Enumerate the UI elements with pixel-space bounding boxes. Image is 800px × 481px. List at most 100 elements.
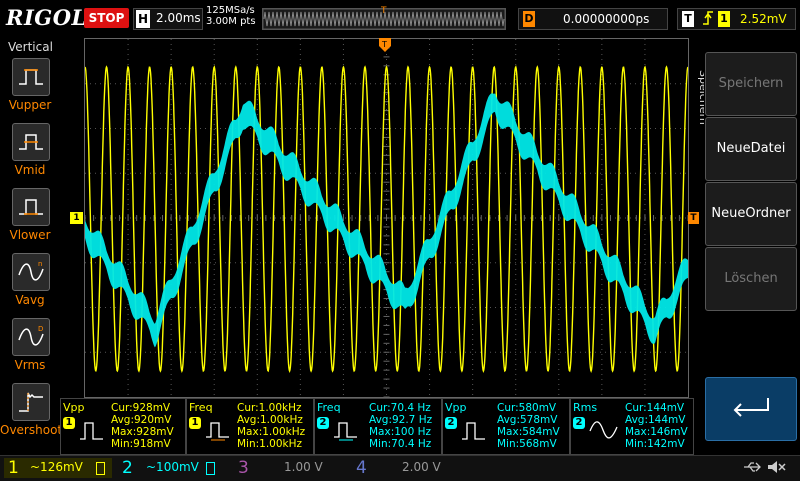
channel-scale: ~126mV — [30, 460, 83, 474]
vupper-icon — [19, 69, 43, 85]
brand-logo: RIGOL — [6, 5, 87, 30]
measure-name: Vpp — [63, 401, 85, 414]
rms-icon — [589, 421, 618, 439]
waveform-display[interactable] — [84, 38, 689, 398]
neue-datei-button[interactable]: NeueDatei — [705, 117, 797, 181]
min-value: Min:1.00kHz — [237, 438, 303, 450]
vrms-button[interactable]: D — [12, 318, 50, 356]
sidebar-item-vlower: Vlower — [9, 228, 51, 242]
sidebar-item-vupper: Vupper — [8, 98, 52, 112]
memory-depth: 3.00M pts — [206, 16, 256, 27]
timebase-value: 2.00ms — [156, 11, 201, 25]
loeschen-button[interactable]: Löschen — [705, 247, 797, 311]
measure-values: Cur:70.4 Hz Avg:92.7 Hz Max:100 Hz Min:7… — [369, 402, 432, 450]
vupper-button[interactable] — [12, 58, 50, 96]
channel-number: 3 — [238, 458, 249, 478]
sidebar-title: Vertical — [8, 40, 53, 54]
measure-values: Cur:144mV Avg:144mV Max:146mV Min:142mV — [625, 402, 688, 450]
vlower-button[interactable] — [12, 188, 50, 226]
svg-text:T: T — [381, 40, 387, 49]
avg-value: Avg:578mV — [497, 414, 558, 426]
trigger-position-arrow: T — [379, 38, 391, 52]
min-value: Min:568mV — [497, 438, 557, 450]
menu-title: Speichern — [690, 70, 710, 143]
channel-4-button[interactable]: 4 2.00 V — [352, 458, 462, 478]
delay-key: D — [523, 11, 535, 27]
channel-scale: 1.00 V — [284, 460, 323, 474]
avg-value: Avg:144mV — [625, 414, 686, 426]
channel-chip: 1 — [189, 417, 201, 429]
cur-value: Cur:144mV — [625, 402, 685, 414]
channel-number: 4 — [356, 458, 367, 478]
measure-name: Freq — [189, 401, 213, 414]
max-value: Max:1.00kHz — [237, 426, 306, 438]
waveform-canvas — [84, 38, 689, 398]
avg-value: Avg:92.7 Hz — [369, 414, 433, 426]
measurement-freq-ch1[interactable]: Freq 1 Cur:1.00kHz Avg:1.00kHz Max:1.00k… — [186, 398, 314, 455]
channel-chip: 2 — [317, 417, 329, 429]
channel-chip: 2 — [445, 417, 457, 429]
trigger-source: 1 — [718, 11, 730, 27]
measure-values: Cur:1.00kHz Avg:1.00kHz Max:1.00kHz Min:… — [237, 402, 305, 450]
channel-3-button[interactable]: 3 1.00 V — [234, 458, 344, 478]
cur-value: Cur:928mV — [111, 402, 171, 414]
measure-name: Rms — [573, 401, 598, 414]
sidebar-item-vmid: Vmid — [14, 163, 46, 177]
speichern-button[interactable]: Speichern — [705, 52, 797, 116]
vmid-icon — [19, 134, 43, 150]
max-value: Max:584mV — [497, 426, 560, 438]
cur-value: Cur:70.4 Hz — [369, 402, 431, 414]
enter-button[interactable] — [705, 377, 797, 441]
measure-values: Cur:580mV Avg:578mV Max:584mV Min:568mV — [497, 402, 560, 450]
run-stop-status[interactable]: STOP — [84, 8, 129, 28]
svg-text:D: D — [38, 325, 43, 333]
min-value: Min:70.4 Hz — [369, 438, 432, 450]
delay-box[interactable]: D 0.00000000ps — [518, 8, 668, 30]
bandwidth-limit-icon — [206, 462, 215, 475]
vavg-button[interactable]: n — [12, 253, 50, 291]
channel-2-button[interactable]: 2 ~100mV — [118, 458, 228, 478]
min-value: Min:918mV — [111, 438, 171, 450]
freq-icon — [206, 422, 229, 441]
overshoot-button[interactable] — [12, 383, 50, 421]
bandwidth-limit-icon — [96, 462, 105, 475]
trigger-level-marker[interactable]: T — [688, 212, 699, 224]
usb-icon — [744, 462, 761, 472]
channel-chip: 2 — [573, 417, 585, 429]
trigger-level: 2.52mV — [740, 12, 787, 26]
channel-1-button[interactable]: 1 ~126mV — [4, 458, 112, 478]
sample-rate: 125MSa/s — [206, 5, 255, 16]
sidebar-item-vavg: Vavg — [15, 293, 45, 307]
cur-value: Cur:1.00kHz — [237, 402, 302, 414]
neue-ordner-button[interactable]: NeueOrdner — [705, 182, 797, 246]
sidebar-item-overshoot: Overshoot — [0, 423, 63, 437]
horizontal-timebase[interactable]: H 2.00ms — [133, 8, 203, 30]
trigger-box[interactable]: T 1 2.52mV — [677, 8, 796, 30]
vpp-icon — [462, 422, 485, 440]
measurement-vpp-ch2[interactable]: Vpp 2 Cur:580mV Avg:578mV Max:584mV Min:… — [442, 398, 570, 455]
mute-icon[interactable] — [766, 459, 786, 475]
svg-text:Speichern: Speichern — [697, 70, 704, 125]
freq-icon — [334, 422, 357, 441]
measurement-freq-ch2[interactable]: Freq 2 Cur:70.4 Hz Avg:92.7 Hz Max:100 H… — [314, 398, 442, 455]
svg-text:n: n — [38, 260, 42, 268]
vavg-icon: n — [18, 260, 44, 281]
channel-chip: 1 — [63, 417, 75, 429]
measurement-rms-ch2[interactable]: Rms 2 Cur:144mV Avg:144mV Max:146mV Min:… — [570, 398, 694, 455]
avg-value: Avg:920mV — [111, 414, 172, 426]
channel-number: 2 — [122, 458, 133, 478]
sidebar-item-vrms: Vrms — [14, 358, 46, 372]
max-value: Max:100 Hz — [369, 426, 432, 438]
channel-scale: 2.00 V — [402, 460, 441, 474]
ch1-offset-marker[interactable]: 1 — [70, 212, 83, 224]
measure-values: Cur:928mV Avg:920mV Max:928mV Min:918mV — [111, 402, 174, 450]
vpp-icon — [80, 422, 103, 440]
return-arrow-icon — [733, 398, 769, 417]
horizontal-key: H — [136, 10, 150, 28]
measure-name: Freq — [317, 401, 341, 414]
measurement-vpp-ch1[interactable]: Vpp 1 Cur:928mV Avg:920mV Max:928mV Min:… — [60, 398, 186, 455]
min-value: Min:142mV — [625, 438, 685, 450]
vmid-button[interactable] — [12, 123, 50, 161]
trigger-key: T — [682, 11, 694, 27]
max-value: Max:928mV — [111, 426, 174, 438]
